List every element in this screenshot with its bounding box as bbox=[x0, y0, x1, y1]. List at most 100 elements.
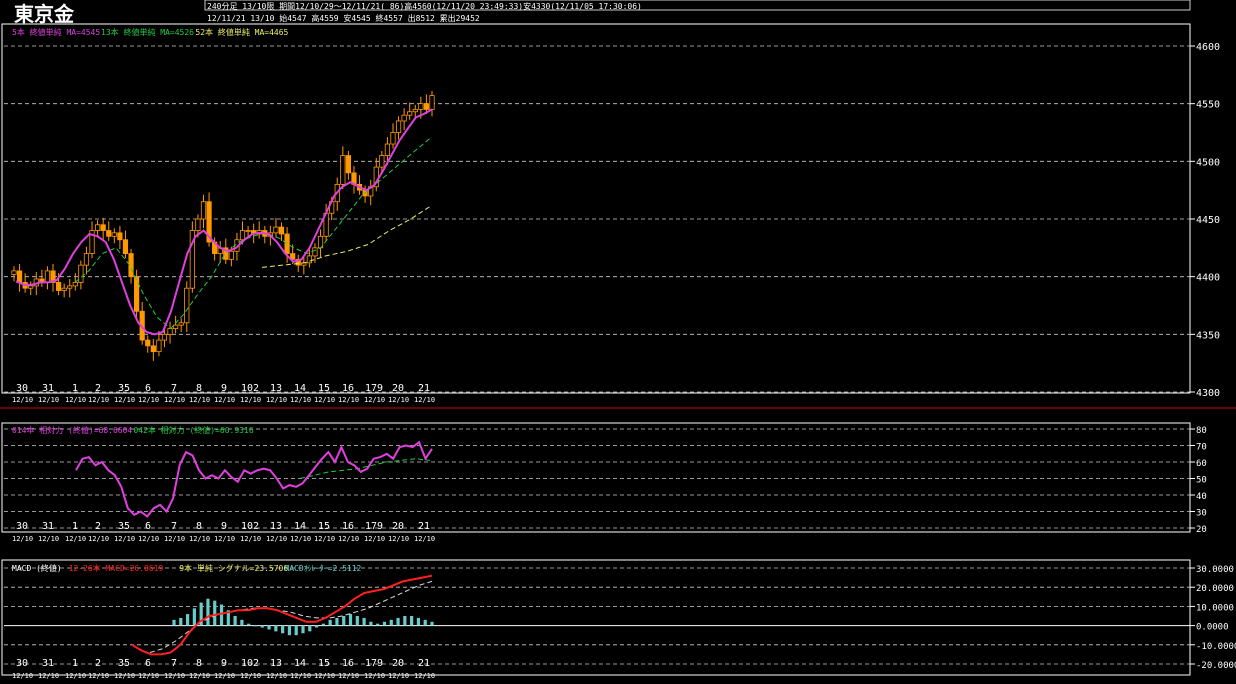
legend-entry: MACDｵｼﾚｰﾀｰ=2.5112 bbox=[284, 564, 361, 573]
candle-body bbox=[390, 132, 396, 145]
x-sub-label: 12/10 bbox=[240, 672, 261, 680]
x-tick-label: 16 bbox=[342, 658, 354, 669]
x-tick-label: 9 bbox=[221, 521, 227, 532]
candle-body bbox=[306, 255, 312, 264]
x-tick-label: 14 bbox=[294, 658, 306, 669]
x-sub-label: 12/10 bbox=[338, 535, 359, 543]
candle-body bbox=[384, 143, 391, 156]
rsi-y-tick-label: 30 bbox=[1196, 509, 1207, 519]
macd-histogram-bar bbox=[308, 625, 312, 632]
x-sub-label: 12/10 bbox=[414, 535, 435, 543]
candle-body bbox=[145, 339, 151, 347]
macd-panel bbox=[131, 574, 434, 656]
x-sub-label: 12/10 bbox=[38, 672, 59, 680]
x-sub-label: 12/10 bbox=[114, 672, 135, 680]
x-sub-label: 12/10 bbox=[214, 396, 235, 404]
candle-body bbox=[278, 226, 285, 235]
price-y-tick-label: 4300 bbox=[1196, 388, 1220, 399]
x-sub-label: 12/10 bbox=[414, 396, 435, 404]
x-sub-label: 12/10 bbox=[266, 672, 287, 680]
candle-body bbox=[239, 230, 246, 241]
candle-body bbox=[117, 232, 123, 241]
legend-entry: 13本 終値単純 MA=4526 bbox=[101, 27, 194, 37]
legend-entry: 52本 終値単純 MA=4465 bbox=[195, 27, 288, 37]
macd-histogram-bar bbox=[294, 625, 298, 636]
x-tick-label: 102 bbox=[241, 383, 259, 394]
macd-y-tick-label: 0.0000 bbox=[1196, 623, 1229, 633]
x-tick-label: 15 bbox=[318, 521, 330, 532]
x-tick-label: 7 bbox=[171, 521, 177, 532]
macd-histogram-bar bbox=[240, 619, 244, 626]
rsi-y-tick-label: 40 bbox=[1196, 492, 1207, 502]
candle-body bbox=[55, 282, 62, 291]
macd-histogram-bar bbox=[355, 616, 359, 626]
macd-histogram-bar bbox=[403, 616, 407, 626]
x-sub-label: 12/10 bbox=[388, 672, 409, 680]
x-tick-label: 8 bbox=[196, 658, 202, 669]
x-tick-label: 14 bbox=[294, 383, 306, 394]
x-tick-label: 20 bbox=[392, 383, 404, 394]
x-tick-label: 31 bbox=[42, 658, 54, 669]
rsi14-line bbox=[75, 440, 433, 518]
x-tick-label: 15 bbox=[318, 383, 330, 394]
x-sub-label: 12/10 bbox=[290, 672, 311, 680]
x-sub-label: 12/10 bbox=[38, 535, 59, 543]
x-sub-label: 12/10 bbox=[364, 396, 385, 404]
candle-body bbox=[273, 226, 279, 234]
candle-body bbox=[345, 155, 352, 174]
x-sub-label: 12/10 bbox=[88, 396, 109, 404]
x-sub-label: 12/10 bbox=[364, 672, 385, 680]
x-sub-label: 12/10 bbox=[240, 396, 261, 404]
candle-body bbox=[11, 270, 17, 275]
x-tick-label: 8 bbox=[196, 521, 202, 532]
x-tick-label: 1 bbox=[72, 521, 78, 532]
candle-body bbox=[245, 230, 251, 232]
macd-histogram-bar bbox=[247, 623, 251, 626]
candle-body bbox=[195, 218, 201, 231]
x-tick-label: 20 bbox=[392, 521, 404, 532]
x-tick-label: 7 bbox=[171, 383, 177, 394]
x-tick-label: 20 bbox=[392, 658, 404, 669]
price-y-tick-label: 4450 bbox=[1196, 215, 1220, 226]
header-info-line2: 12/11/21 13/10 始4547 高4559 安4545 終4557 出… bbox=[207, 13, 480, 23]
candle-body bbox=[401, 114, 407, 122]
x-tick-label: 13 bbox=[270, 383, 282, 394]
rsi-y-tick-label: 20 bbox=[1196, 525, 1207, 535]
macd-histogram-bar bbox=[301, 625, 305, 634]
x-sub-label: 12/10 bbox=[65, 535, 86, 543]
candle-body bbox=[111, 232, 117, 237]
macd-histogram-bar bbox=[328, 619, 332, 626]
x-tick-label: 21 bbox=[418, 658, 430, 669]
x-sub-label: 12/10 bbox=[266, 535, 287, 543]
candle-body bbox=[412, 109, 418, 113]
macd-histogram-bar bbox=[314, 625, 319, 628]
x-tick-label: 6 bbox=[145, 521, 151, 532]
macd-histogram-bar bbox=[423, 619, 427, 626]
x-sub-label: 12/10 bbox=[189, 396, 210, 404]
x-tick-label: 30 bbox=[16, 521, 28, 532]
x-tick-label: 102 bbox=[241, 521, 259, 532]
x-tick-label: 35 bbox=[118, 521, 130, 532]
rsi-y-tick-label: 50 bbox=[1196, 476, 1207, 486]
x-sub-label: 12/10 bbox=[38, 396, 59, 404]
x-sub-label: 12/10 bbox=[189, 535, 210, 543]
macd-histogram-bar bbox=[233, 616, 237, 626]
macd-histogram-bar bbox=[342, 616, 346, 626]
x-sub-label: 12/10 bbox=[138, 535, 159, 543]
x-tick-label: 9 bbox=[221, 658, 227, 669]
price-y-tick-label: 4350 bbox=[1196, 330, 1220, 341]
ma5-line bbox=[15, 108, 433, 336]
x-tick-label: 2 bbox=[95, 658, 101, 669]
x-sub-label: 12/10 bbox=[388, 535, 409, 543]
x-tick-label: 13 bbox=[270, 521, 282, 532]
x-tick-label: 9 bbox=[221, 383, 227, 394]
macd-histogram-bar bbox=[362, 617, 366, 626]
x-tick-label: 8 bbox=[196, 383, 202, 394]
candle-body bbox=[67, 285, 73, 289]
x-sub-label: 12/10 bbox=[338, 396, 359, 404]
macd-histogram-bar bbox=[389, 619, 393, 626]
macd-histogram-bar bbox=[382, 621, 387, 626]
candle-body bbox=[407, 111, 413, 116]
x-sub-label: 12/10 bbox=[114, 535, 135, 543]
x-sub-label: 12/10 bbox=[138, 672, 159, 680]
